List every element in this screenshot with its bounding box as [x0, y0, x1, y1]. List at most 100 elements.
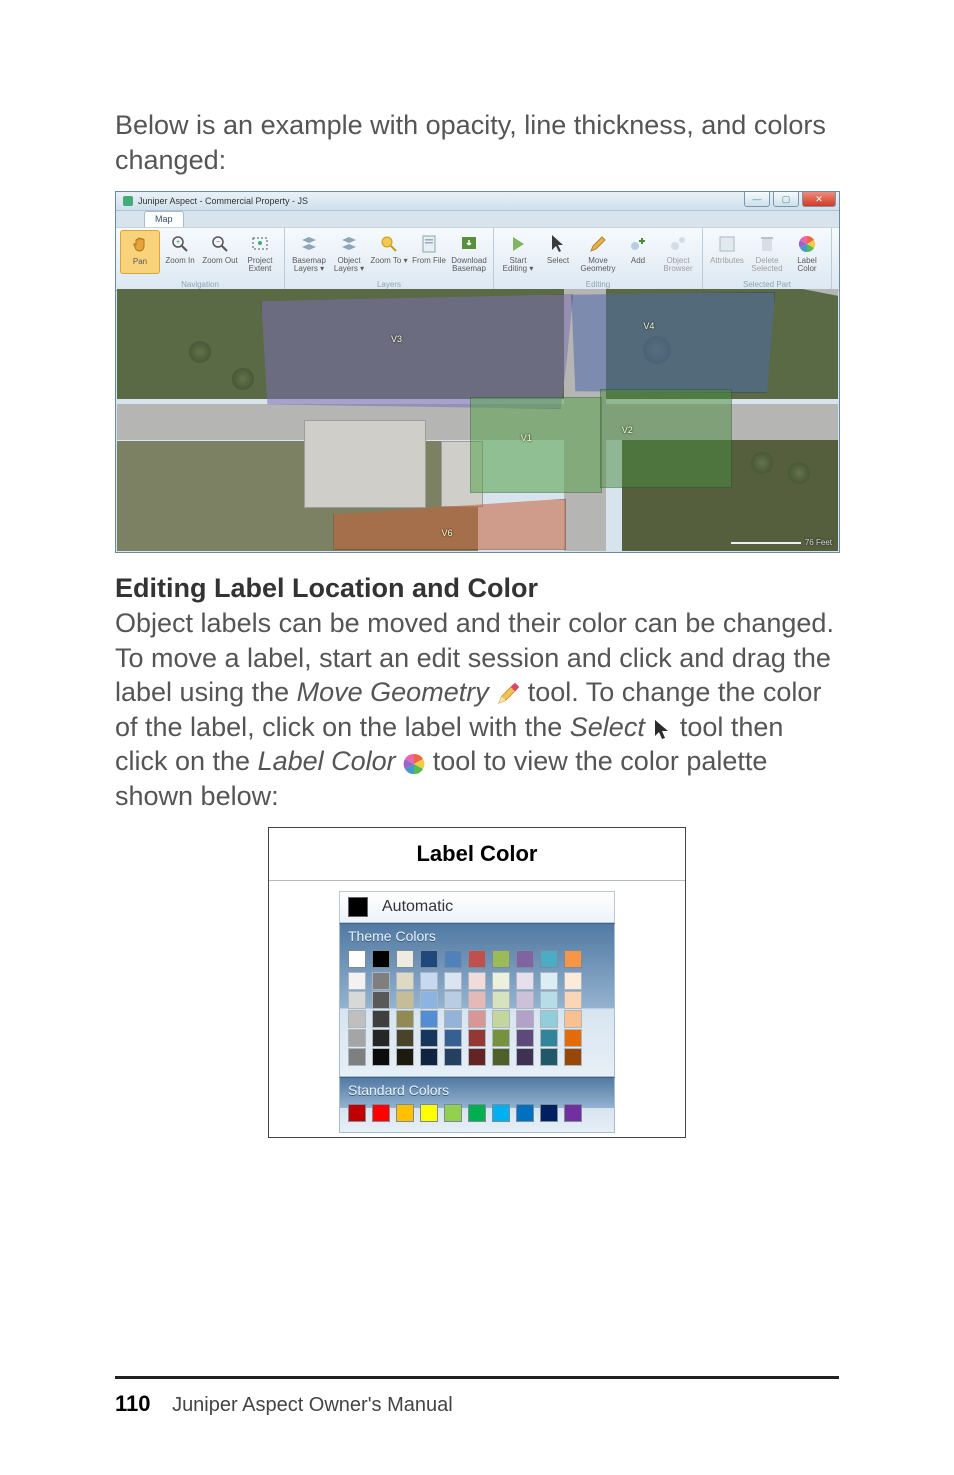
color-swatch[interactable] — [516, 1029, 534, 1047]
ribbon-btn-label-color[interactable]: Label Color — [787, 230, 827, 274]
color-swatch[interactable] — [372, 1010, 390, 1028]
color-swatch[interactable] — [564, 972, 582, 990]
ribbon-btn-object-layers[interactable]: Object Layers ▾ — [329, 230, 369, 274]
color-swatch[interactable] — [444, 991, 462, 1009]
color-swatch[interactable] — [396, 1104, 414, 1122]
color-swatch[interactable] — [540, 1029, 558, 1047]
ribbon-btn-download-basemap[interactable]: Download Basemap — [449, 230, 489, 274]
color-swatch[interactable] — [420, 1010, 438, 1028]
color-swatch[interactable] — [444, 1010, 462, 1028]
color-swatch[interactable] — [444, 972, 462, 990]
color-swatch[interactable] — [540, 1104, 558, 1122]
color-swatch[interactable] — [420, 1048, 438, 1066]
color-swatch[interactable] — [492, 991, 510, 1009]
color-swatch[interactable] — [372, 1029, 390, 1047]
color-swatch[interactable] — [396, 972, 414, 990]
polygon-label[interactable]: V3 — [391, 334, 402, 344]
color-swatch[interactable] — [468, 1048, 486, 1066]
color-swatch[interactable] — [540, 991, 558, 1009]
color-swatch[interactable] — [468, 1010, 486, 1028]
ribbon-btn-move-geometry[interactable]: Move Geometry — [578, 230, 618, 274]
color-swatch[interactable] — [492, 950, 510, 968]
color-swatch[interactable] — [444, 1104, 462, 1122]
color-swatch[interactable] — [540, 950, 558, 968]
color-swatch[interactable] — [564, 1104, 582, 1122]
color-swatch[interactable] — [372, 1048, 390, 1066]
color-swatch[interactable] — [516, 991, 534, 1009]
color-swatch[interactable] — [564, 1048, 582, 1066]
color-swatch[interactable] — [564, 950, 582, 968]
polygon-v1[interactable] — [470, 397, 602, 493]
ribbon-btn-attributes[interactable]: Attributes — [707, 230, 747, 274]
color-swatch[interactable] — [396, 991, 414, 1009]
color-swatch[interactable] — [492, 1010, 510, 1028]
color-swatch[interactable] — [564, 1010, 582, 1028]
color-swatch[interactable] — [396, 1048, 414, 1066]
color-swatch[interactable] — [420, 950, 438, 968]
ribbon-btn-zoom-out[interactable]: − Zoom Out — [200, 230, 240, 274]
color-swatch[interactable] — [348, 1048, 366, 1066]
window-maximize-button[interactable]: ▢ — [773, 192, 799, 207]
ribbon-btn-pan[interactable]: Pan — [120, 230, 160, 274]
window-close-button[interactable]: ✕ — [802, 192, 836, 207]
color-swatch[interactable] — [540, 972, 558, 990]
color-swatch[interactable] — [348, 1029, 366, 1047]
ribbon-btn-select[interactable]: Select — [538, 230, 578, 274]
color-swatch[interactable] — [420, 972, 438, 990]
color-automatic-button[interactable]: Automatic — [339, 891, 615, 923]
color-swatch[interactable] — [468, 1029, 486, 1047]
color-swatch[interactable] — [492, 1029, 510, 1047]
color-swatch[interactable] — [516, 972, 534, 990]
color-swatch[interactable] — [420, 991, 438, 1009]
color-swatch[interactable] — [468, 1104, 486, 1122]
color-swatch[interactable] — [540, 1048, 558, 1066]
color-swatch[interactable] — [540, 1010, 558, 1028]
polygon-v2[interactable] — [600, 389, 732, 488]
color-swatch[interactable] — [444, 950, 462, 968]
ribbon-btn-delete-selected[interactable]: Delete Selected — [747, 230, 787, 274]
polygon-label[interactable]: V1 — [521, 433, 532, 443]
color-swatch[interactable] — [564, 1029, 582, 1047]
ribbon-btn-zoom-to[interactable]: Zoom To ▾ — [369, 230, 409, 274]
ribbon-btn-generate-report[interactable]: Generate Report — [836, 230, 840, 274]
color-swatch[interactable] — [348, 991, 366, 1009]
ribbon-btn-add[interactable]: Add — [618, 230, 658, 274]
color-swatch[interactable] — [444, 1048, 462, 1066]
color-swatch[interactable] — [468, 991, 486, 1009]
color-swatch[interactable] — [420, 1104, 438, 1122]
polygon-label[interactable]: V2 — [622, 425, 633, 435]
color-swatch[interactable] — [444, 1029, 462, 1047]
polygon-label[interactable]: V6 — [441, 528, 452, 538]
polygon-v4[interactable] — [571, 292, 775, 394]
ribbon-btn-project-extent[interactable]: Project Extent — [240, 230, 280, 274]
color-swatch[interactable] — [516, 1010, 534, 1028]
polygon-label[interactable]: V4 — [643, 321, 654, 331]
color-swatch[interactable] — [348, 972, 366, 990]
color-swatch[interactable] — [564, 991, 582, 1009]
window-minimize-button[interactable]: — — [744, 192, 770, 207]
color-swatch[interactable] — [396, 1029, 414, 1047]
ribbon-btn-object-browser[interactable]: Object Browser — [658, 230, 698, 274]
ribbon-tab-map[interactable]: Map — [144, 211, 184, 227]
color-swatch[interactable] — [468, 950, 486, 968]
color-swatch[interactable] — [420, 1029, 438, 1047]
ribbon-btn-basemap-layers[interactable]: Basemap Layers ▾ — [289, 230, 329, 274]
color-swatch[interactable] — [372, 991, 390, 1009]
color-swatch[interactable] — [348, 950, 366, 968]
color-swatch[interactable] — [492, 1048, 510, 1066]
color-swatch[interactable] — [516, 950, 534, 968]
ribbon-btn-from-file[interactable]: From File — [409, 230, 449, 274]
map-viewport[interactable]: V3 V4 V1 V2 V6 76 Feet — [117, 289, 838, 551]
color-swatch[interactable] — [372, 972, 390, 990]
color-swatch[interactable] — [468, 972, 486, 990]
ribbon-btn-start-editing[interactable]: Start Editing ▾ — [498, 230, 538, 274]
color-swatch[interactable] — [372, 950, 390, 968]
color-swatch[interactable] — [516, 1048, 534, 1066]
color-swatch[interactable] — [348, 1104, 366, 1122]
ribbon-btn-zoom-in[interactable]: + Zoom In — [160, 230, 200, 274]
color-swatch[interactable] — [396, 1010, 414, 1028]
color-swatch[interactable] — [516, 1104, 534, 1122]
color-swatch[interactable] — [348, 1010, 366, 1028]
color-swatch[interactable] — [492, 972, 510, 990]
polygon-v3[interactable] — [261, 294, 573, 409]
